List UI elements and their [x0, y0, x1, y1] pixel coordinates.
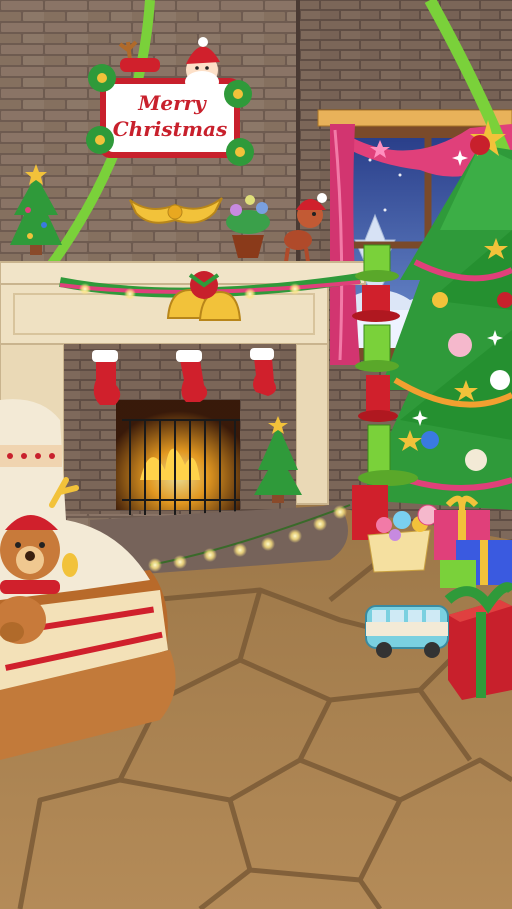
christmas-room-scene: Merry Christmas [0, 0, 512, 909]
scene-canvas: Merry Christmas [0, 0, 512, 909]
sign-line-2: Christmas [113, 117, 227, 141]
sign-line-1: Merry [137, 91, 207, 115]
